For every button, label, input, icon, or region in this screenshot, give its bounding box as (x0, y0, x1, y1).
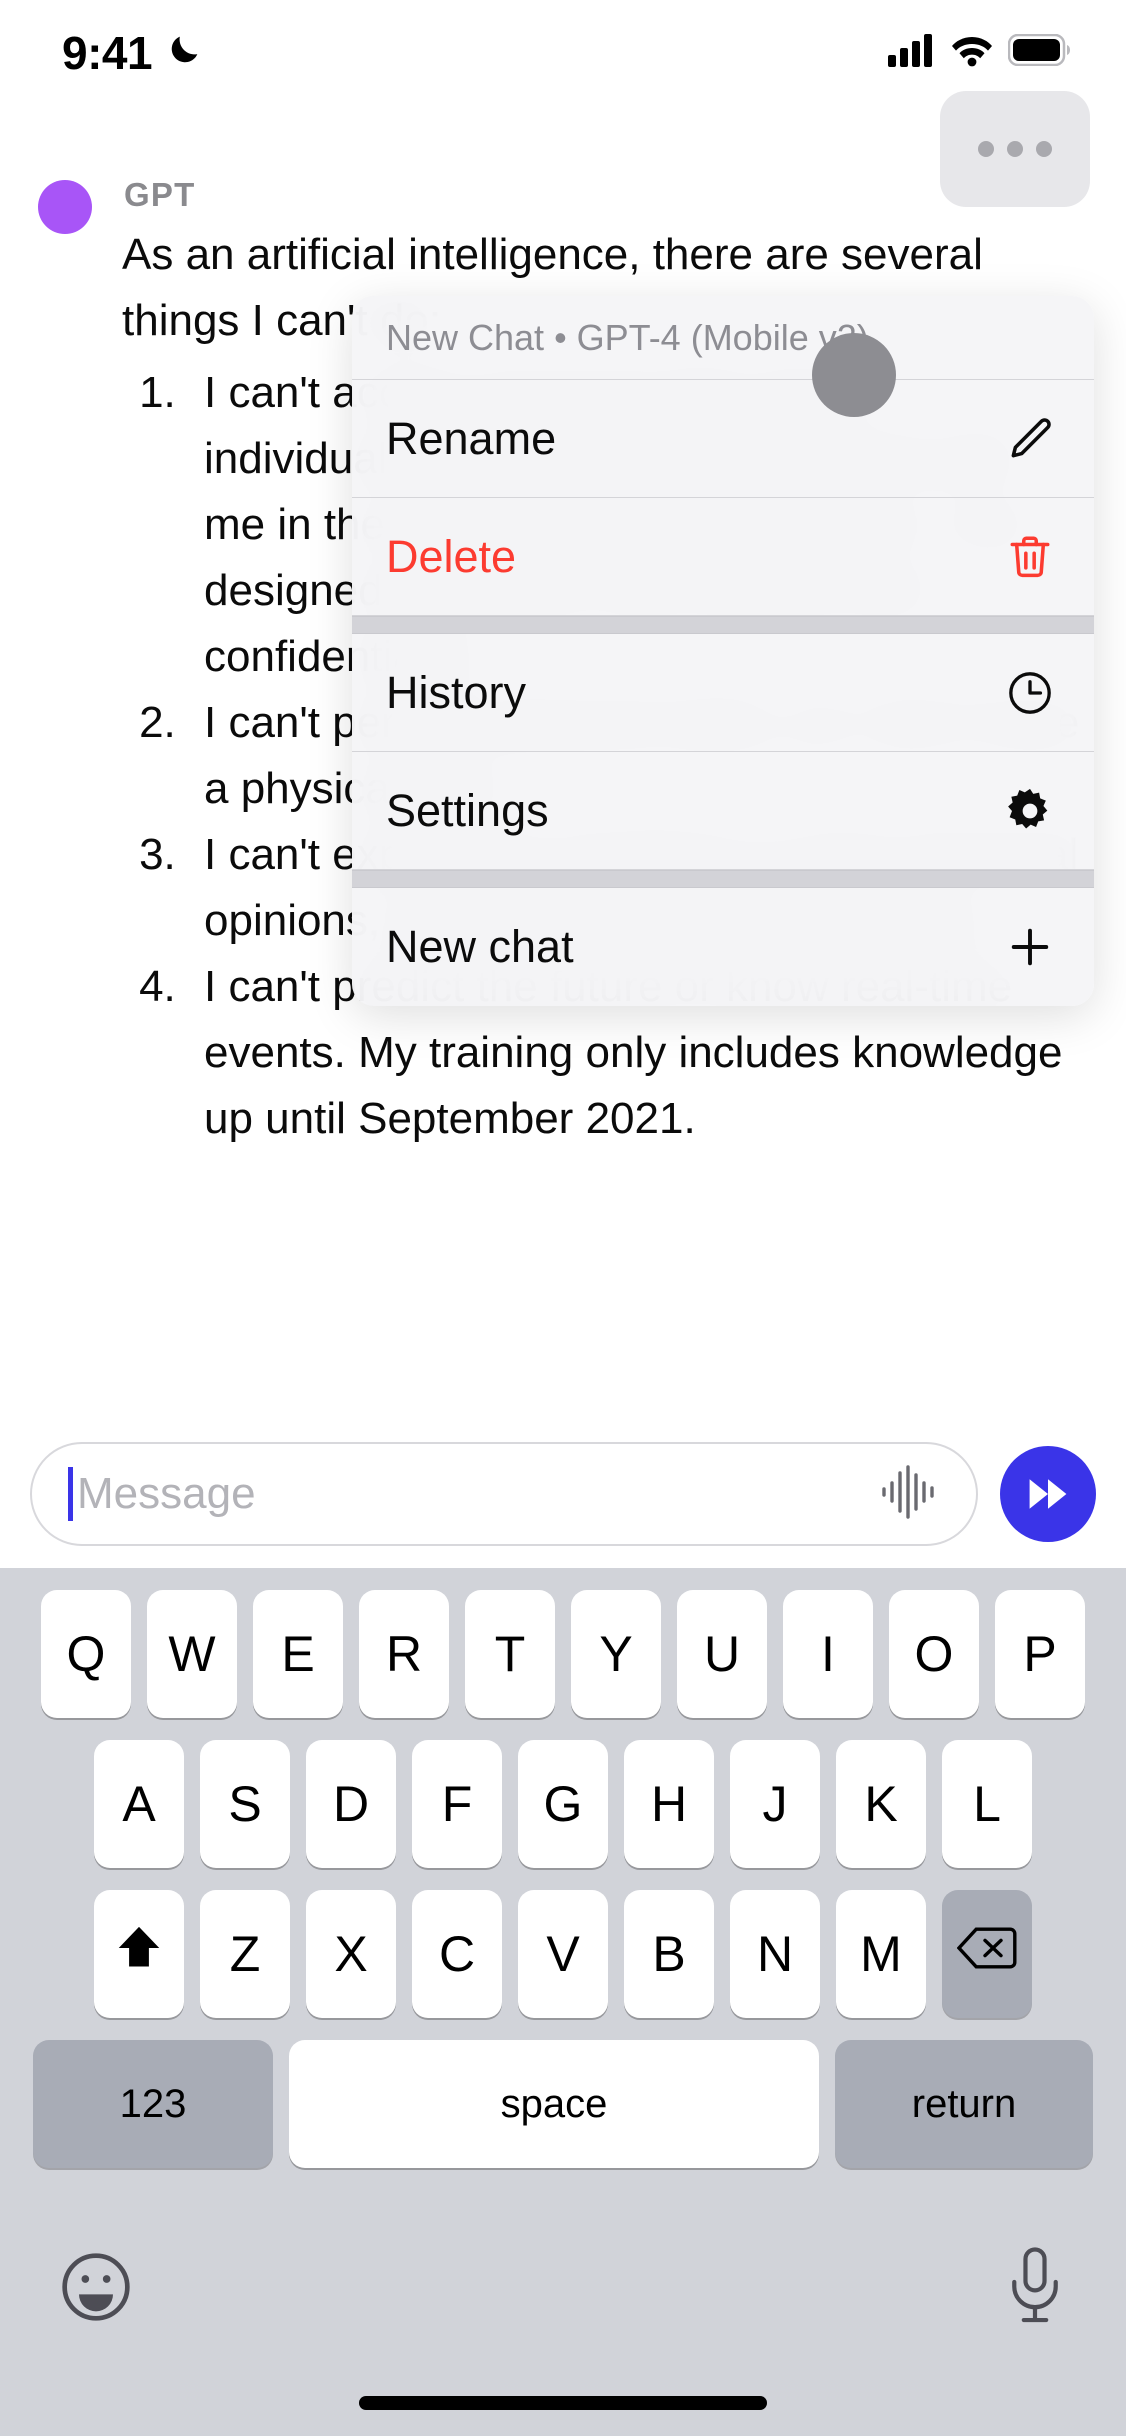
menu-item-history[interactable]: History (352, 634, 1094, 752)
keyboard-row-3: Z X C V B N M (10, 1890, 1116, 2018)
menu-item-delete[interactable]: Delete (352, 498, 1094, 616)
emoji-icon[interactable] (56, 2247, 136, 2332)
space-key[interactable]: space (289, 2040, 819, 2168)
menu-item-rename[interactable]: Rename (352, 380, 1094, 498)
status-bar-right (888, 33, 1070, 72)
clock-icon (1002, 668, 1058, 718)
ellipsis-dot-icon (978, 141, 994, 157)
keyboard-row-4: 123 space return (10, 2040, 1116, 2168)
on-screen-keyboard[interactable]: Q W E R T Y U I O P A S D F G H J K L Z … (0, 1568, 1126, 2436)
key-y[interactable]: Y (571, 1590, 661, 1718)
key-f[interactable]: F (412, 1740, 502, 1868)
more-options-button[interactable] (940, 91, 1090, 207)
key-l[interactable]: L (942, 1740, 1032, 1868)
return-key[interactable]: return (835, 2040, 1093, 2168)
battery-icon (1007, 33, 1070, 71)
message-input-placeholder: Message (77, 1469, 256, 1518)
key-o[interactable]: O (889, 1590, 979, 1718)
key-n[interactable]: N (730, 1890, 820, 2018)
backspace-icon (956, 1925, 1017, 1983)
waveform-icon[interactable] (878, 1461, 942, 1528)
key-v[interactable]: V (518, 1890, 608, 2018)
key-c[interactable]: C (412, 1890, 502, 2018)
trash-icon (1002, 532, 1058, 582)
text-cursor (68, 1467, 73, 1521)
key-b[interactable]: B (624, 1890, 714, 2018)
key-m[interactable]: M (836, 1890, 926, 2018)
key-k[interactable]: K (836, 1740, 926, 1868)
menu-group-divider (352, 616, 1094, 634)
numbers-key[interactable]: 123 (33, 2040, 273, 2168)
key-u[interactable]: U (677, 1590, 767, 1718)
menu-item-label: Settings (386, 784, 549, 836)
keyboard-row-1: Q W E R T Y U I O P (10, 1590, 1116, 1718)
key-d[interactable]: D (306, 1740, 396, 1868)
menu-item-label: Delete (386, 530, 517, 582)
touch-point-indicator (812, 333, 896, 417)
key-h[interactable]: H (624, 1740, 714, 1868)
key-w[interactable]: W (147, 1590, 237, 1718)
message-input-bar: Message (0, 1420, 1126, 1568)
key-j[interactable]: J (730, 1740, 820, 1868)
keyboard-utility-row (0, 2204, 1126, 2374)
key-t[interactable]: T (465, 1590, 555, 1718)
send-button[interactable] (1000, 1446, 1096, 1542)
key-z[interactable]: Z (200, 1890, 290, 2018)
gear-icon (1002, 785, 1058, 837)
menu-item-label: New chat (386, 921, 574, 972)
status-bar-left: 9:41 (62, 26, 204, 80)
status-bar-clock: 9:41 (62, 26, 153, 79)
key-a[interactable]: A (94, 1740, 184, 1868)
key-e[interactable]: E (253, 1590, 343, 1718)
message-sender-name: GPT (124, 176, 196, 213)
shift-key[interactable] (94, 1890, 184, 2018)
key-i[interactable]: I (783, 1590, 873, 1718)
menu-group-divider (352, 870, 1094, 888)
key-p[interactable]: P (995, 1590, 1085, 1718)
context-menu: New Chat • GPT-4 (Mobile v2) Rename Dele… (352, 296, 1094, 1006)
iphone-screen: 9:41 GPT As an artificial intelligence, … (0, 0, 1126, 2436)
context-menu-header: New Chat • GPT-4 (Mobile v2) (352, 296, 1094, 380)
key-g[interactable]: G (518, 1740, 608, 1868)
key-s[interactable]: S (200, 1740, 290, 1868)
wifi-icon (950, 33, 994, 72)
shift-icon (112, 1921, 166, 1987)
backspace-key[interactable] (942, 1890, 1032, 2018)
menu-item-new-chat[interactable]: New chat (352, 888, 1094, 1006)
menu-item-label: Rename (386, 412, 557, 464)
message-input[interactable]: Message (30, 1442, 978, 1546)
home-indicator (359, 2396, 767, 2410)
key-q[interactable]: Q (41, 1590, 131, 1718)
plus-icon (1002, 921, 1058, 973)
menu-item-label: History (386, 666, 527, 718)
cellular-signal-icon (888, 33, 936, 72)
ellipsis-dot-icon (1036, 141, 1052, 157)
keyboard-row-2: A S D F G H J K L (10, 1740, 1116, 1868)
key-x[interactable]: X (306, 1890, 396, 2018)
ellipsis-dot-icon (1007, 141, 1023, 157)
status-bar: 9:41 (0, 0, 1126, 105)
pencil-icon (1002, 414, 1058, 464)
key-r[interactable]: R (359, 1590, 449, 1718)
gpt-avatar (38, 180, 92, 234)
menu-item-settings[interactable]: Settings (352, 752, 1094, 870)
microphone-icon[interactable] (1000, 2245, 1070, 2334)
moon-icon (164, 30, 204, 75)
